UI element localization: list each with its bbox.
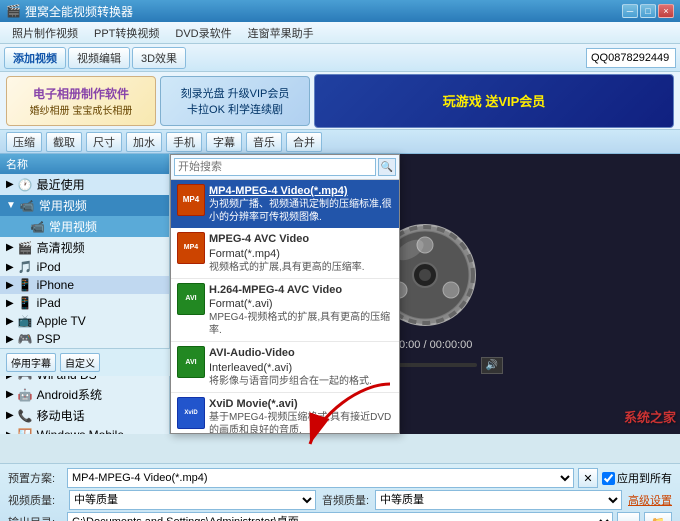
ipad-icon: 📱	[18, 296, 33, 310]
resize-btn[interactable]: 尺寸	[86, 132, 122, 152]
ipod-icon: 🎵	[18, 260, 33, 274]
format-mpeg4-avc[interactable]: MP4 MPEG-4 AVC Video Format(*.mp4) 视频格式的…	[171, 228, 399, 279]
menu-dvd[interactable]: DVD录软件	[167, 23, 239, 43]
apply-all-check[interactable]	[602, 472, 615, 485]
mobile-icon: 📞	[18, 409, 33, 423]
watermark: 系统之家	[624, 407, 676, 426]
format-xvid[interactable]: XviD XviD Movie(*.avi) 基于MPEG4-视频压缩格式,具有…	[171, 393, 399, 434]
crop-btn[interactable]: 合并	[286, 132, 322, 152]
ad-game[interactable]: 玩游戏 送VIP会员	[314, 74, 674, 128]
phone-btn[interactable]: 手机	[166, 132, 202, 152]
left-panel: 名称 ▶ 🕐 最近使用 ▼ 📹 常用视频 📹 常用视频 ▶ 🎬 高清视频	[0, 154, 170, 434]
menu-photo[interactable]: 照片制作视频	[4, 23, 86, 43]
video-edit-button[interactable]: 视频编辑	[68, 47, 130, 69]
android-icon: 🤖	[18, 388, 33, 402]
app-icon: 🎬	[6, 4, 21, 18]
effects-3d-button[interactable]: 3D效果	[132, 47, 186, 69]
title-buttons: － □ ×	[622, 4, 674, 18]
audio-quality-label: 音频质量:	[322, 492, 369, 508]
tree-common-video[interactable]: ▼ 📹 常用视频	[0, 195, 169, 216]
apply-all-label: 应用到所有	[617, 470, 672, 486]
format-search[interactable]	[174, 158, 376, 176]
format-mp4-mpeg4[interactable]: MP4 MP4-MPEG-4 Video(*.mp4) 为视频广播、视频通讯定制…	[171, 180, 399, 228]
audio-quality-select[interactable]: 中等质量	[375, 490, 622, 510]
ad-software-line2: 婚纱相册 宝宝成长相册	[30, 102, 133, 117]
hd-video-icon: 🎬	[18, 241, 33, 255]
ad-dvd-line2: 卡拉OK 利学连续剧	[181, 101, 290, 117]
tree-hd-video[interactable]: ▶ 🎬 高清视频	[0, 237, 169, 258]
stop-subtitle-btn[interactable]: 停用字幕	[6, 353, 56, 372]
output-label: 输出目录:	[8, 514, 63, 521]
tree-android[interactable]: ▶ 🤖 Android系统	[0, 384, 169, 405]
menu-apple[interactable]: 连窗苹果助手	[240, 23, 322, 43]
format-dropdown: 🔍 MP4 MP4-MPEG-4 Video(*.mp4) 为视频广播、视频通讯…	[170, 154, 400, 434]
tree-iphone[interactable]: ▶ 📱 iPhone	[0, 276, 169, 294]
custom-btn[interactable]: 自定义	[60, 353, 100, 372]
title-bar: 🎬 狸窝全能视频转换器 － □ ×	[0, 0, 680, 22]
ad-software-line1: 电子相册制作软件	[30, 85, 133, 102]
main-content: 名称 ▶ 🕐 最近使用 ▼ 📹 常用视频 📹 常用视频 ▶ 🎬 高清视频	[0, 154, 680, 434]
audio-btn[interactable]: 音乐	[246, 132, 282, 152]
preset-label: 预置方案:	[8, 470, 63, 486]
maximize-button[interactable]: □	[640, 4, 656, 18]
format-avi[interactable]: AVI AVI-Audio-Video Interleaved(*.avi) 将…	[171, 342, 399, 393]
tree-appletv[interactable]: ▶ 📺 Apple TV	[0, 312, 169, 330]
ad-dvd[interactable]: 刻录光盘 升级VIP会员 卡拉OK 利学连续剧	[160, 76, 310, 126]
left-panel-header: 名称	[0, 154, 169, 174]
compress-btn[interactable]: 压缩	[6, 132, 42, 152]
close-button[interactable]: ×	[658, 4, 674, 18]
tree-mobile[interactable]: ▶ 📞 移动电话	[0, 405, 169, 426]
menu-bar: 照片制作视频 PPT转换视频 DVD录软件 连窗苹果助手	[0, 22, 680, 44]
tree-recent[interactable]: ▶ 🕐 最近使用	[0, 174, 169, 195]
winmobile-icon: 🪟	[18, 428, 33, 434]
common-video2-icon: 📹	[30, 220, 45, 234]
add-btn[interactable]: 加水	[126, 132, 162, 152]
toolbar2: 压缩 截取 尺寸 加水 手机 字幕 音乐 合并	[0, 130, 680, 154]
open-folder-button[interactable]: 📁	[644, 512, 672, 521]
search-button[interactable]: 🔍	[378, 158, 396, 176]
common-video-icon: 📹	[20, 199, 35, 213]
add-video-button[interactable]: 添加视频	[4, 47, 66, 69]
appletv-icon: 📺	[18, 314, 33, 328]
output-path-select[interactable]: C:\Documents and Settings\Administrator\…	[67, 512, 613, 521]
advanced-link[interactable]: 高级设置	[628, 492, 672, 508]
format-h264[interactable]: AVI H.264-MPEG-4 AVC Video Format(*.avi)…	[171, 279, 399, 343]
app-title: 狸窝全能视频转换器	[25, 3, 622, 20]
bottom-controls: 预置方案: MP4-MPEG-4 Video(*.mp4) ✕ 应用到所有 视频…	[0, 463, 680, 521]
video-quality-label: 视频质量:	[8, 492, 63, 508]
main-toolbar: 添加视频 视频编辑 3D效果	[0, 44, 680, 72]
tree-common-video2[interactable]: 📹 常用视频	[0, 216, 169, 237]
subtitle-btn[interactable]: 字幕	[206, 132, 242, 152]
iphone-icon: 📱	[18, 278, 33, 292]
preset-select[interactable]: MP4-MPEG-4 Video(*.mp4)	[67, 468, 574, 488]
ad-game-text: 玩游戏 送VIP会员	[443, 91, 546, 110]
video-quality-select[interactable]: 中等质量	[69, 490, 316, 510]
tree-winmobile[interactable]: ▶ 🪟 Windows Mobile	[0, 426, 169, 434]
preset-clear-btn[interactable]: ✕	[578, 468, 598, 488]
cut-btn[interactable]: 截取	[46, 132, 82, 152]
volume-button[interactable]: 🔊	[481, 357, 503, 374]
tree-ipad[interactable]: ▶ 📱 iPad	[0, 294, 169, 312]
tree-psp[interactable]: ▶ 🎮 PSP	[0, 330, 169, 348]
minimize-button[interactable]: －	[622, 4, 638, 18]
phone-input[interactable]	[586, 48, 676, 68]
psp-icon: 🎮	[18, 332, 33, 346]
tree-ipod[interactable]: ▶ 🎵 iPod	[0, 258, 169, 276]
browse-button[interactable]: ...	[617, 512, 640, 521]
ad-dvd-line1: 刻录光盘 升级VIP会员	[181, 85, 290, 101]
menu-ppt[interactable]: PPT转换视频	[86, 23, 167, 43]
recent-icon: 🕐	[18, 178, 33, 192]
ads-bar: 电子相册制作软件 婚纱相册 宝宝成长相册 刻录光盘 升级VIP会员 卡拉OK 利…	[0, 72, 680, 130]
ad-software[interactable]: 电子相册制作软件 婚纱相册 宝宝成长相册	[6, 76, 156, 126]
